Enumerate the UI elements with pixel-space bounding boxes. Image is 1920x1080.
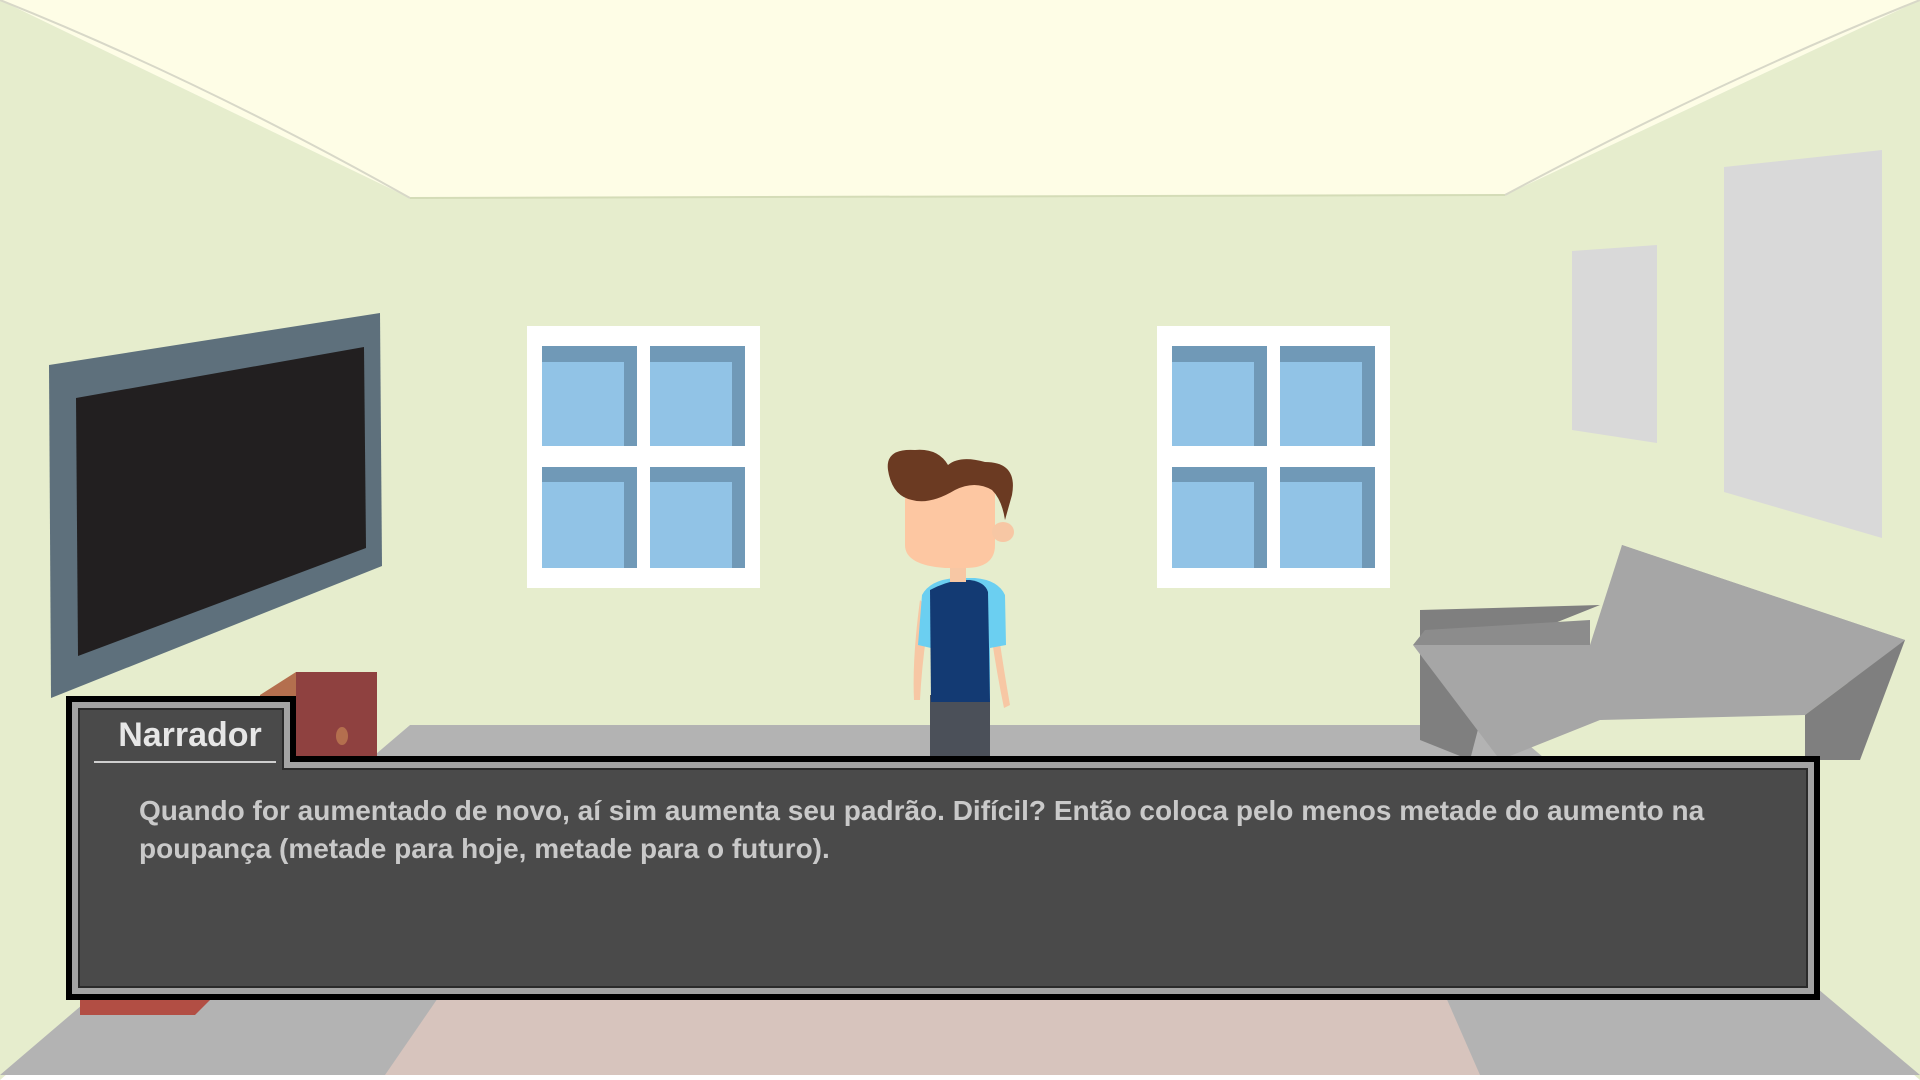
- window-left: [527, 326, 760, 588]
- window-right: [1157, 326, 1390, 588]
- dialogue-text: Quando for aumentado de novo, aí sim aum…: [139, 795, 1705, 864]
- dialogue-box[interactable]: Narrador Quando for aumentado de novo, a…: [66, 696, 1820, 1000]
- rug: [385, 995, 1480, 1075]
- speaker-underline: [94, 761, 276, 763]
- speaker-name: Narrador: [118, 716, 262, 754]
- game-scene[interactable]: Narrador Quando for aumentado de novo, a…: [0, 0, 1920, 1080]
- wall-picture-small: [1572, 245, 1657, 443]
- wall-picture-large: [1724, 150, 1882, 538]
